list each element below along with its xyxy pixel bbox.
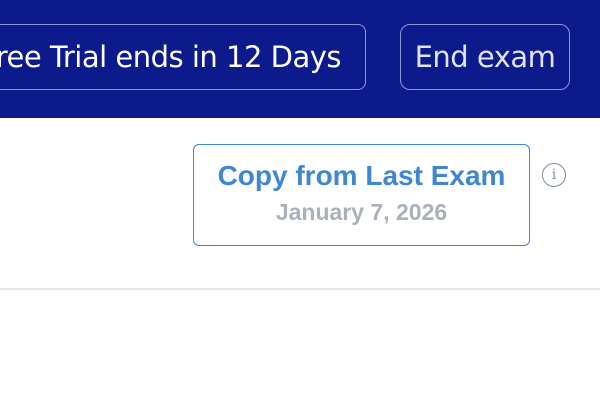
copy-from-last-exam-label: Copy from Last Exam xyxy=(217,160,506,191)
section-divider xyxy=(0,288,600,290)
free-trial-text: Free Trial ends in 12 Days xyxy=(0,40,342,74)
copy-from-last-exam-button[interactable]: Copy from Last Exam January 7, 2026 xyxy=(193,144,530,246)
top-header-bar: Free Trial ends in 12 Days End exam xyxy=(0,0,600,118)
info-icon-glyph: i xyxy=(551,167,557,183)
end-exam-button[interactable]: End exam xyxy=(400,24,570,90)
end-exam-label: End exam xyxy=(414,40,556,74)
info-icon[interactable]: i xyxy=(542,163,566,187)
last-exam-date: January 7, 2026 xyxy=(275,199,448,225)
free-trial-badge: Free Trial ends in 12 Days xyxy=(0,24,366,90)
